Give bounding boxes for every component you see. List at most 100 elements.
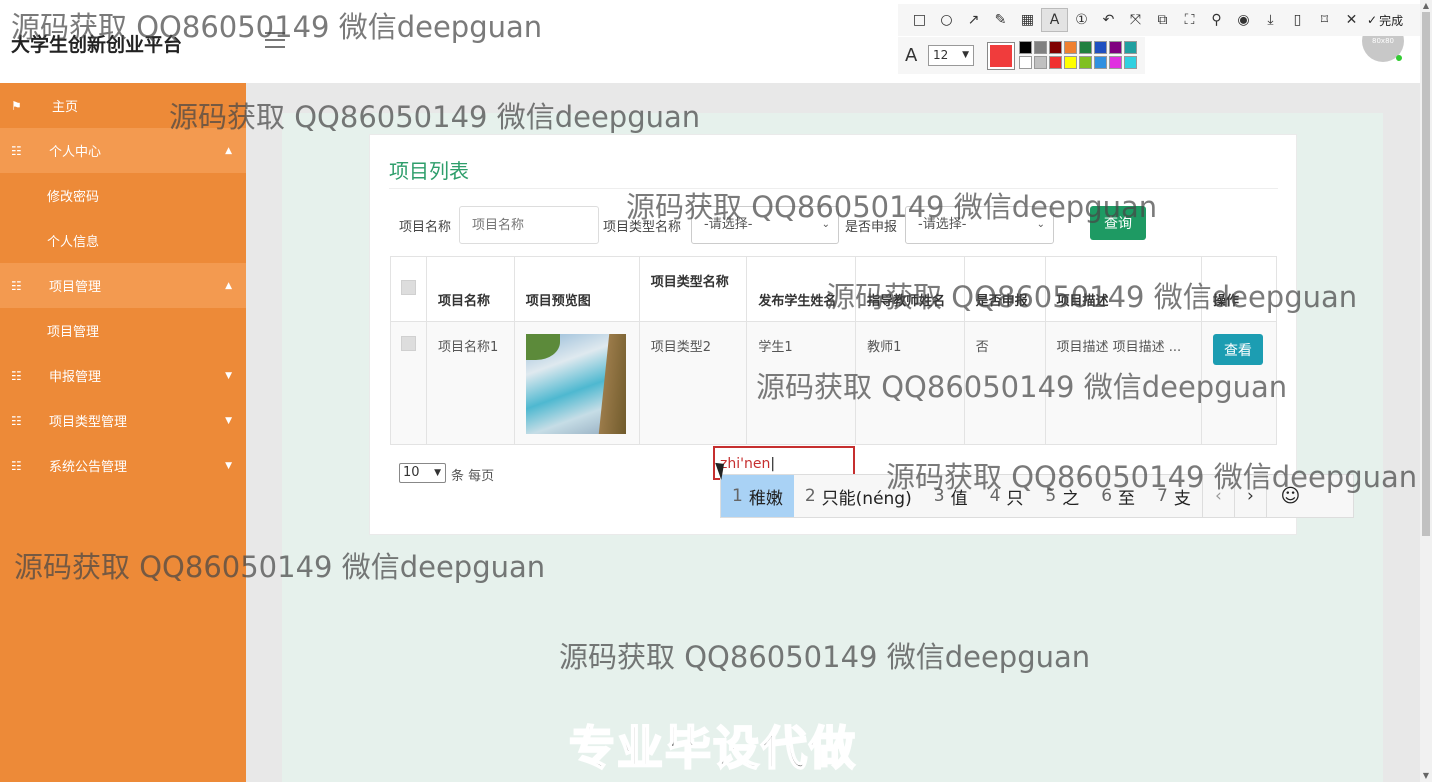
annotation-toolbar: □ ○ ↗ ✎ ▦ A ① ↶ ⤧ ⧉ ⛶ ⚲ ◉ ⤓ ▯ ⌑ ✕ ✓ 完成 — [898, 4, 1428, 36]
watermark-big: 专业毕设代做 — [568, 720, 857, 776]
chevron-down-icon: ⌄ — [821, 219, 830, 230]
flag-icon: ⚑ — [11, 98, 22, 113]
project-name-input[interactable] — [459, 206, 599, 244]
chevron-left-icon[interactable]: ‹ — [1201, 475, 1234, 517]
bookmark-icon[interactable]: ⌑ — [1311, 8, 1338, 32]
project-type-label: 项目类型名称 — [603, 220, 682, 235]
rect-icon[interactable]: □ — [906, 8, 933, 32]
annotation-style-panel: A 12 ▼ — [898, 37, 1145, 74]
mosaic-icon[interactable]: ▦ — [1014, 8, 1041, 32]
color-swatch[interactable] — [1109, 56, 1122, 69]
sidebar-item-personal-center[interactable]: ☷ 个人中心 ▲ — [0, 128, 246, 173]
table-header-row: 项目名称 项目预览图 项目类型名称 发布学生姓名 指导教师姓名 是否申报 项目描… — [390, 256, 1278, 322]
grid-icon: ☷ — [11, 458, 22, 473]
color-swatch[interactable] — [1094, 41, 1107, 54]
chevron-up-icon: ▲ — [225, 145, 232, 156]
current-color[interactable] — [987, 42, 1015, 70]
project-name-label: 项目名称 — [399, 220, 452, 235]
scroll-down-icon[interactable]: ▼ — [1420, 770, 1432, 782]
page-size-select[interactable]: 10 ▼ — [399, 463, 446, 483]
emoji-icon[interactable]: ☺ — [1265, 475, 1314, 517]
chevron-down-icon: ▼ — [225, 370, 232, 381]
row-checkbox[interactable] — [401, 336, 416, 351]
ocr-icon[interactable]: ⛶ — [1176, 8, 1203, 32]
per-page-text: 条 每页 — [451, 469, 495, 484]
undo-icon[interactable]: ↶ — [1095, 8, 1122, 32]
done-button[interactable]: ✓ 完成 — [1367, 12, 1403, 29]
chevron-right-icon[interactable]: › — [1233, 475, 1266, 517]
menu-toggle-icon[interactable] — [265, 32, 285, 48]
brand-title: 大学生创新创业平台 — [11, 34, 183, 56]
color-swatch[interactable] — [1064, 41, 1077, 54]
table-row[interactable]: 项目名称1 项目类型2 学生1 教师1 否 项目描述 项目描述 ... 查看 — [390, 321, 1278, 445]
save-icon[interactable]: ▯ — [1284, 8, 1311, 32]
color-swatch[interactable] — [1049, 41, 1062, 54]
grid-icon: ☷ — [11, 413, 22, 428]
pin2-icon[interactable]: ⚲ — [1203, 8, 1230, 32]
project-table: 项目名称 项目预览图 项目类型名称 发布学生姓名 指导教师姓名 是否申报 项目描… — [390, 256, 1278, 445]
color-swatch[interactable] — [1034, 56, 1047, 69]
page-scrollbar[interactable]: ▲ ▼ — [1420, 0, 1432, 782]
sidebar-subitem-project-management[interactable]: 项目管理 — [0, 308, 246, 353]
ime-candidate[interactable]: 2 只能(néng) — [794, 475, 923, 517]
color-swatch[interactable] — [1094, 56, 1107, 69]
select-all-checkbox[interactable] — [401, 279, 416, 295]
ime-candidate[interactable]: 3值 — [923, 475, 979, 517]
record-icon[interactable]: ◉ — [1230, 8, 1257, 32]
col-header: 项目描述 — [1044, 256, 1202, 322]
col-header: 是否申报 — [963, 256, 1046, 322]
font-icon: A — [905, 45, 918, 66]
color-swatch[interactable] — [1109, 41, 1122, 54]
cell-description: 项目描述 项目描述 ... — [1044, 321, 1202, 445]
view-button[interactable]: 查看 — [1212, 334, 1263, 365]
color-swatch[interactable] — [1124, 56, 1137, 69]
ime-candidate[interactable]: 4只 — [979, 475, 1035, 517]
download-icon[interactable]: ⤓ — [1257, 8, 1284, 32]
declare-select[interactable]: -请选择- ⌄ — [905, 206, 1054, 244]
project-preview-image[interactable] — [525, 334, 626, 434]
sidebar-item-project-management[interactable]: ☷ 项目管理 ▲ — [0, 263, 246, 308]
scroll-up-icon[interactable]: ▲ — [1420, 0, 1432, 12]
color-swatch[interactable] — [1049, 56, 1062, 69]
sidebar-item-change-password[interactable]: 修改密码 — [0, 173, 246, 218]
project-type-select[interactable]: -请选择- ⌄ — [691, 206, 839, 244]
close-icon[interactable]: ✕ — [1338, 8, 1365, 32]
color-swatch[interactable] — [1019, 56, 1032, 69]
row-select-cell — [390, 321, 427, 445]
sidebar-item-declaration[interactable]: ☷ 申报管理 ▼ — [0, 353, 246, 398]
query-button[interactable]: 查询 — [1090, 206, 1146, 240]
font-size-select[interactable]: 12 ▼ — [928, 45, 974, 66]
color-swatch[interactable] — [1124, 41, 1137, 54]
sidebar-item-announcement[interactable]: ☷ 系统公告管理 ▼ — [0, 443, 246, 488]
color-swatch[interactable] — [1079, 56, 1092, 69]
sidebar-item-project-type[interactable]: ☷ 项目类型管理 ▼ — [0, 398, 246, 443]
ime-candidate[interactable]: 1 稚嫩 — [721, 475, 794, 517]
sidebar-item-personal-info[interactable]: 个人信息 — [0, 218, 246, 263]
cell-declared: 否 — [963, 321, 1046, 445]
ime-candidate[interactable]: 6至 — [1090, 475, 1146, 517]
col-header: 操作 — [1200, 256, 1278, 322]
color-swatch[interactable] — [1064, 56, 1077, 69]
cell-action: 查看 — [1200, 321, 1278, 445]
number-icon[interactable]: ① — [1068, 8, 1095, 32]
palm-trunk — [598, 334, 626, 434]
chevron-down-icon: ⌄ — [1036, 219, 1045, 230]
sidebar: ⚑ 主页 ☷ 个人中心 ▲ 修改密码 个人信息 ☷ 项目管理 ▲ 项目管理 ☷ … — [0, 83, 246, 782]
divider — [389, 188, 1278, 189]
circle-icon[interactable]: ○ — [933, 8, 960, 32]
color-swatch[interactable] — [1019, 41, 1032, 54]
grid-icon: ☷ — [11, 278, 22, 293]
color-swatch[interactable] — [1079, 41, 1092, 54]
translate-icon[interactable]: ⧉ — [1149, 8, 1176, 32]
color-swatch[interactable] — [1034, 41, 1047, 54]
text-icon[interactable]: A — [1041, 8, 1068, 32]
arrow-icon[interactable]: ↗ — [960, 8, 987, 32]
pen-icon[interactable]: ✎ — [987, 8, 1014, 32]
cell-student: 学生1 — [746, 321, 857, 445]
cell-preview — [513, 321, 640, 445]
ime-candidate[interactable]: 5之 — [1034, 475, 1090, 517]
sidebar-item-home[interactable]: ⚑ 主页 — [0, 83, 246, 128]
ime-candidate[interactable]: 7支 — [1146, 475, 1202, 517]
scroll-thumb[interactable] — [1422, 12, 1430, 536]
pin-icon[interactable]: ⤧ — [1122, 8, 1149, 32]
